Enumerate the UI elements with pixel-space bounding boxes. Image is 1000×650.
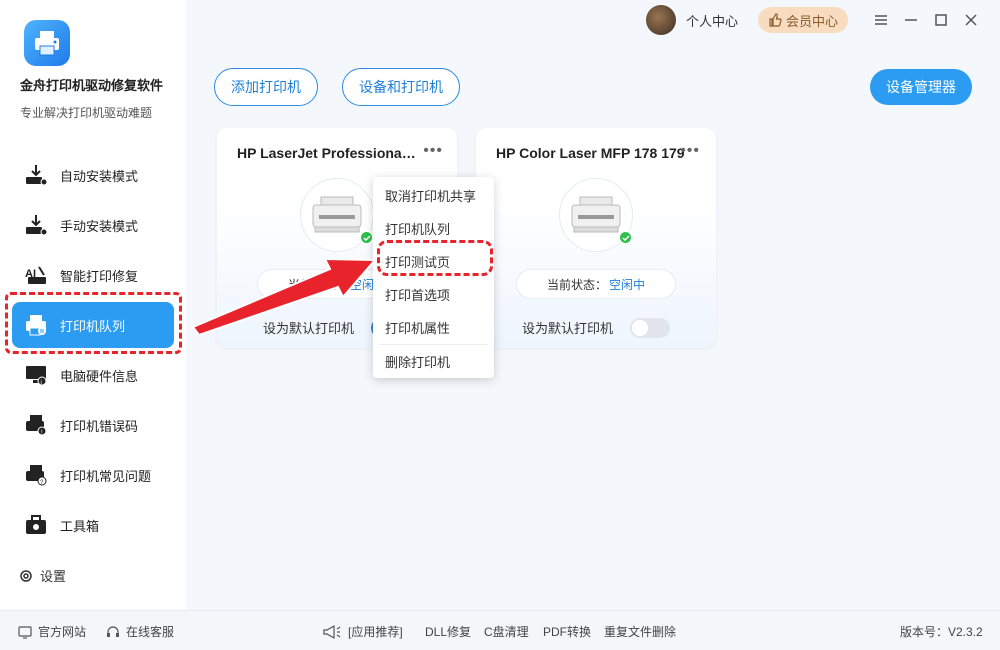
app-logo (24, 20, 70, 66)
sidebar-item-hardware-info[interactable]: i 电脑硬件信息 (12, 350, 174, 400)
highlight-sidebar-queue (5, 292, 182, 354)
footer-link-pdf-convert[interactable]: PDF转换 (543, 623, 591, 640)
close-icon (965, 14, 977, 26)
error-code-icon: ! (22, 411, 50, 439)
website-icon (18, 625, 32, 639)
sidebar-item-faq[interactable]: ? 打印机常见问题 (12, 450, 174, 500)
app-subtitle: 专业解决打印机驱动难题 (20, 106, 153, 120)
sidebar-item-label: 工具箱 (60, 518, 100, 534)
menu-item-delete-printer[interactable]: 删除打印机 (373, 345, 494, 378)
status-label: 当前状态： (546, 277, 607, 292)
maximize-button[interactable] (926, 5, 956, 35)
ready-check-icon (618, 230, 633, 245)
app-recommend-label: [应用推荐] (348, 625, 403, 639)
online-support-link[interactable]: 在线客服 (106, 623, 174, 640)
devices-printers-button[interactable]: 设备和打印机 (342, 68, 460, 106)
printer-icon (312, 196, 362, 233)
faq-icon: ? (22, 461, 50, 489)
printer-icon (571, 196, 621, 233)
sidebar-item-auto-install[interactable]: 自动安装模式 (12, 150, 174, 200)
gear-icon (20, 569, 32, 582)
headset-icon (107, 625, 119, 637)
sidebar-item-label: 打印机常见问题 (60, 468, 152, 484)
thumbs-up-icon (769, 13, 782, 27)
more-options-button[interactable]: ••• (423, 142, 443, 160)
settings-button[interactable]: 设置 (18, 566, 66, 585)
ready-check-icon (359, 230, 374, 245)
status-badge: 当前状态： 空闲中 (516, 269, 676, 299)
printer-logo-icon (35, 31, 59, 56)
sidebar-item-error-code[interactable]: ! 打印机错误码 (12, 400, 174, 450)
default-printer-label: 设为默认打印机 (522, 321, 614, 336)
sidebar-item-label: 打印机错误码 (60, 418, 139, 434)
maximize-icon (935, 14, 947, 26)
annotation-arrow (191, 257, 378, 337)
auto-install-icon (22, 161, 50, 189)
app-title: 金舟打印机驱动修复软件 (20, 78, 164, 93)
footer-link-dll-repair[interactable]: DLL修复 (425, 623, 471, 640)
app-recommend: [应用推荐] (322, 623, 403, 640)
sidebar-item-label: 自动安装模式 (60, 168, 139, 184)
hardware-info-icon: i (22, 361, 50, 389)
footer-link-c-drive-clean[interactable]: C盘清理 (484, 623, 529, 640)
hamburger-icon (875, 15, 887, 25)
close-button[interactable] (956, 5, 986, 35)
settings-label: 设置 (40, 569, 67, 584)
add-printer-button[interactable]: 添加打印机 (214, 68, 318, 106)
toolbox-icon (22, 511, 50, 539)
manual-install-icon (22, 211, 50, 239)
printer-name: HP Color Laser MFP 178 179 (496, 145, 685, 161)
title-bar: 个人中心 会员中心 (645, 4, 986, 36)
menu-item-cancel-share[interactable]: 取消打印机共享 (373, 179, 494, 212)
highlight-test-page (377, 240, 493, 276)
online-support-label: 在线客服 (126, 625, 175, 639)
smart-repair-icon: AI (22, 261, 50, 289)
device-manager-button[interactable]: 设备管理器 (870, 69, 972, 105)
printer-card: HP Color Laser MFP 178 179 ••• 当前状态： 空闲中… (476, 128, 716, 348)
menu-item-print-preferences[interactable]: 打印首选项 (373, 278, 494, 311)
sidebar-item-label: 手动安装模式 (60, 218, 139, 234)
sidebar-item-label: 电脑硬件信息 (60, 368, 139, 384)
sidebar-item-label: 智能打印修复 (60, 268, 139, 284)
megaphone-icon (323, 624, 341, 639)
printer-context-menu: 取消打印机共享 打印机队列 打印测试页 打印首选项 打印机属性 删除打印机 (373, 177, 494, 378)
member-center-button[interactable]: 会员中心 (757, 7, 848, 33)
sidebar-item-toolbox[interactable]: 工具箱 (12, 500, 174, 550)
printer-name: HP LaserJet Professional ... (237, 145, 417, 161)
official-website-label: 官方网站 (38, 625, 87, 639)
personal-center-link[interactable]: 个人中心 (686, 11, 738, 30)
avatar[interactable] (645, 5, 676, 35)
svg-text:i: i (41, 380, 42, 386)
minimize-icon (905, 19, 917, 21)
version-label: 版本号：V2.3.2 (900, 625, 983, 639)
member-center-label: 会员中心 (785, 13, 838, 29)
more-options-button[interactable]: ••• (680, 142, 700, 160)
minimize-button[interactable] (896, 5, 926, 35)
official-website-link[interactable]: 官方网站 (18, 623, 86, 640)
footer: 官方网站 在线客服 [应用推荐] DLL修复 C盘清理 PDF转换 重复文件删除… (0, 610, 1000, 650)
default-printer-toggle[interactable] (630, 318, 670, 338)
status-value: 空闲中 (609, 277, 646, 292)
menu-button[interactable] (866, 5, 896, 35)
menu-item-printer-properties[interactable]: 打印机属性 (373, 311, 494, 344)
sidebar-item-manual-install[interactable]: 手动安装模式 (12, 200, 174, 250)
footer-link-duplicate-delete[interactable]: 重复文件删除 (604, 623, 676, 640)
